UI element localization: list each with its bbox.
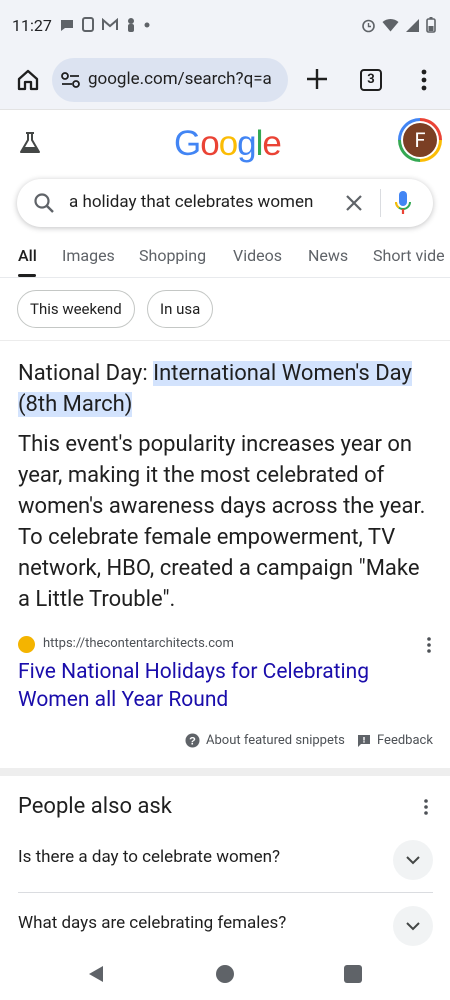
site-settings-icon[interactable] (61, 71, 81, 89)
tab-videos[interactable]: Videos (233, 246, 282, 265)
system-navigation-bar (0, 950, 450, 1000)
help-icon: ? (185, 733, 200, 748)
featured-snippet-text: This event's popularity increases year o… (18, 432, 426, 612)
divider (0, 340, 450, 341)
section-separator (0, 768, 450, 776)
tab-images[interactable]: Images (62, 246, 115, 265)
battery-icon (426, 17, 436, 33)
chevron-down-icon (406, 856, 420, 865)
status-time: 11:27 (12, 16, 52, 35)
url-text: google.com/search?q=a (88, 69, 272, 89)
logo-letter: g (237, 124, 256, 163)
more-vert-icon (421, 69, 427, 91)
tab-switcher-button[interactable]: 3 (360, 69, 382, 91)
result-more-icon[interactable] (424, 636, 434, 654)
paa-question-item[interactable]: Is there a day to celebrate women? (18, 827, 433, 893)
plus-icon (307, 69, 327, 89)
site-favicon-icon (18, 636, 35, 653)
active-tab-indicator (18, 274, 36, 277)
logo-letter: o (218, 124, 238, 163)
back-icon[interactable] (87, 964, 105, 984)
alarm-icon (362, 19, 375, 32)
microphone-icon[interactable] (394, 190, 412, 216)
home-icon (17, 69, 39, 91)
snippet-heading-prefix: National Day: (18, 361, 154, 386)
home-nav-button[interactable] (216, 965, 234, 983)
logo-letter: e (262, 124, 281, 163)
address-bar[interactable]: google.com/search?q=a (52, 58, 288, 102)
logo-letter: o (200, 124, 219, 163)
wifi-icon (382, 18, 399, 32)
paa-question-text: Is there a day to celebrate women? (18, 847, 281, 867)
source-url[interactable]: https://thecontentarchitects.com (43, 636, 234, 651)
browser-menu-button[interactable] (414, 66, 434, 94)
account-avatar[interactable]: F (398, 118, 442, 162)
tab-all[interactable]: All (18, 246, 37, 265)
tab-news[interactable]: News (308, 246, 348, 265)
featured-snippet-heading: National Day: International Women's Day … (18, 358, 436, 420)
dot-icon (144, 22, 150, 27)
search-icon (34, 193, 54, 213)
search-labs-icon[interactable] (18, 131, 42, 155)
gmail-icon (102, 18, 118, 30)
status-bar: 11:27 (0, 0, 450, 54)
feedback-icon (358, 734, 370, 747)
result-title-link[interactable]: Five National Holidays for Celebrating W… (18, 658, 428, 714)
tab-short-videos[interactable]: Short vide (373, 246, 445, 265)
paa-question-text: What days are celebrating females? (18, 913, 287, 933)
browser-toolbar: google.com/search?q=a 3 (0, 54, 450, 110)
phone-notification-icon (82, 17, 94, 32)
chip-this-weekend[interactable]: This weekend (17, 290, 135, 328)
chip-in-usa[interactable]: In usa (147, 290, 214, 328)
signal-icon (406, 18, 419, 32)
people-also-ask-title: People also ask (18, 794, 172, 819)
avatar-border: F (401, 121, 439, 159)
expand-button[interactable] (393, 906, 433, 946)
about-label: About featured snippets (206, 733, 345, 748)
about-featured-snippets-link[interactable]: ? About featured snippets (185, 733, 345, 748)
expand-button[interactable] (393, 840, 433, 880)
avatar-letter: F (403, 123, 437, 157)
tab-shopping[interactable]: Shopping (139, 246, 206, 265)
search-divider (380, 189, 381, 217)
recents-button[interactable] (344, 965, 362, 983)
search-box[interactable]: a holiday that celebrates women (17, 179, 433, 227)
result-source[interactable]: https://thecontentarchitects.com (18, 634, 434, 656)
chevron-down-icon (406, 922, 420, 931)
feedback-label: Feedback (377, 733, 433, 748)
person-notification-icon (128, 18, 134, 32)
logo-letter: G (174, 124, 201, 163)
new-tab-button[interactable] (303, 65, 331, 93)
home-button[interactable] (14, 66, 42, 94)
chat-notification-icon (61, 19, 73, 31)
paa-more-icon[interactable] (421, 798, 431, 816)
clear-icon[interactable] (343, 192, 365, 214)
system-icons (361, 17, 436, 33)
search-input[interactable]: a holiday that celebrates women (69, 192, 331, 212)
search-tabs: All Images Shopping Videos News Short vi… (0, 238, 450, 278)
google-logo[interactable]: Google (174, 124, 282, 164)
snippet-meta-row: ? About featured snippets Feedback (0, 731, 450, 753)
feedback-link[interactable]: Feedback (357, 733, 433, 748)
svg-text:?: ? (189, 736, 196, 748)
notification-icons (60, 17, 150, 32)
